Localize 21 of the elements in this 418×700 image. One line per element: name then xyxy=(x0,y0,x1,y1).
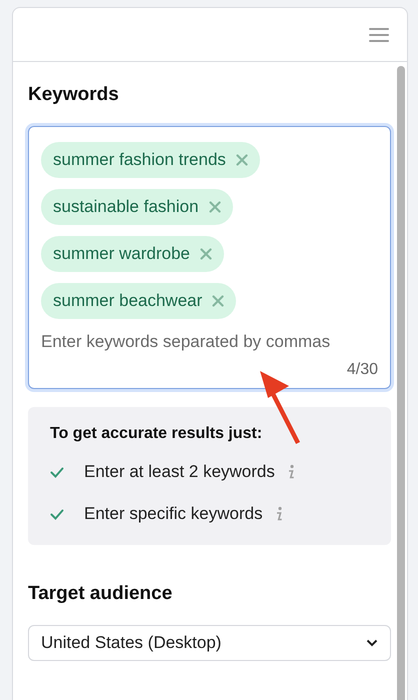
audience-select[interactable]: United States (Desktop) xyxy=(28,625,391,661)
remove-icon[interactable] xyxy=(208,201,221,213)
tip-text: Enter specific keywords xyxy=(84,504,263,524)
tag-label: summer fashion trends xyxy=(53,150,226,170)
tips-title: To get accurate results just: xyxy=(50,425,264,443)
info-icon[interactable] xyxy=(274,506,283,522)
remove-icon[interactable] xyxy=(212,295,224,307)
chevron-down-icon xyxy=(366,639,378,647)
keyword-counter: 4/30 xyxy=(346,361,378,379)
scrollbar[interactable] xyxy=(397,66,405,700)
tag-label: summer wardrobe xyxy=(53,244,190,264)
keywords-heading: Keywords xyxy=(28,84,120,106)
tag-label: summer beachwear xyxy=(53,291,202,311)
menu-icon[interactable] xyxy=(369,26,389,42)
remove-icon[interactable] xyxy=(200,248,212,260)
tip-text: Enter at least 2 keywords xyxy=(84,462,275,482)
info-icon[interactable] xyxy=(286,464,295,480)
remove-icon[interactable] xyxy=(236,154,248,166)
tag-label: sustainable fashion xyxy=(53,197,199,217)
audience-heading: Target audience xyxy=(28,583,174,605)
keywords-field[interactable]: summer fashion trends sustainable fashion summer wardrobe summer beachwear Enter keywords separated by commas 4/30 xyxy=(28,126,391,389)
